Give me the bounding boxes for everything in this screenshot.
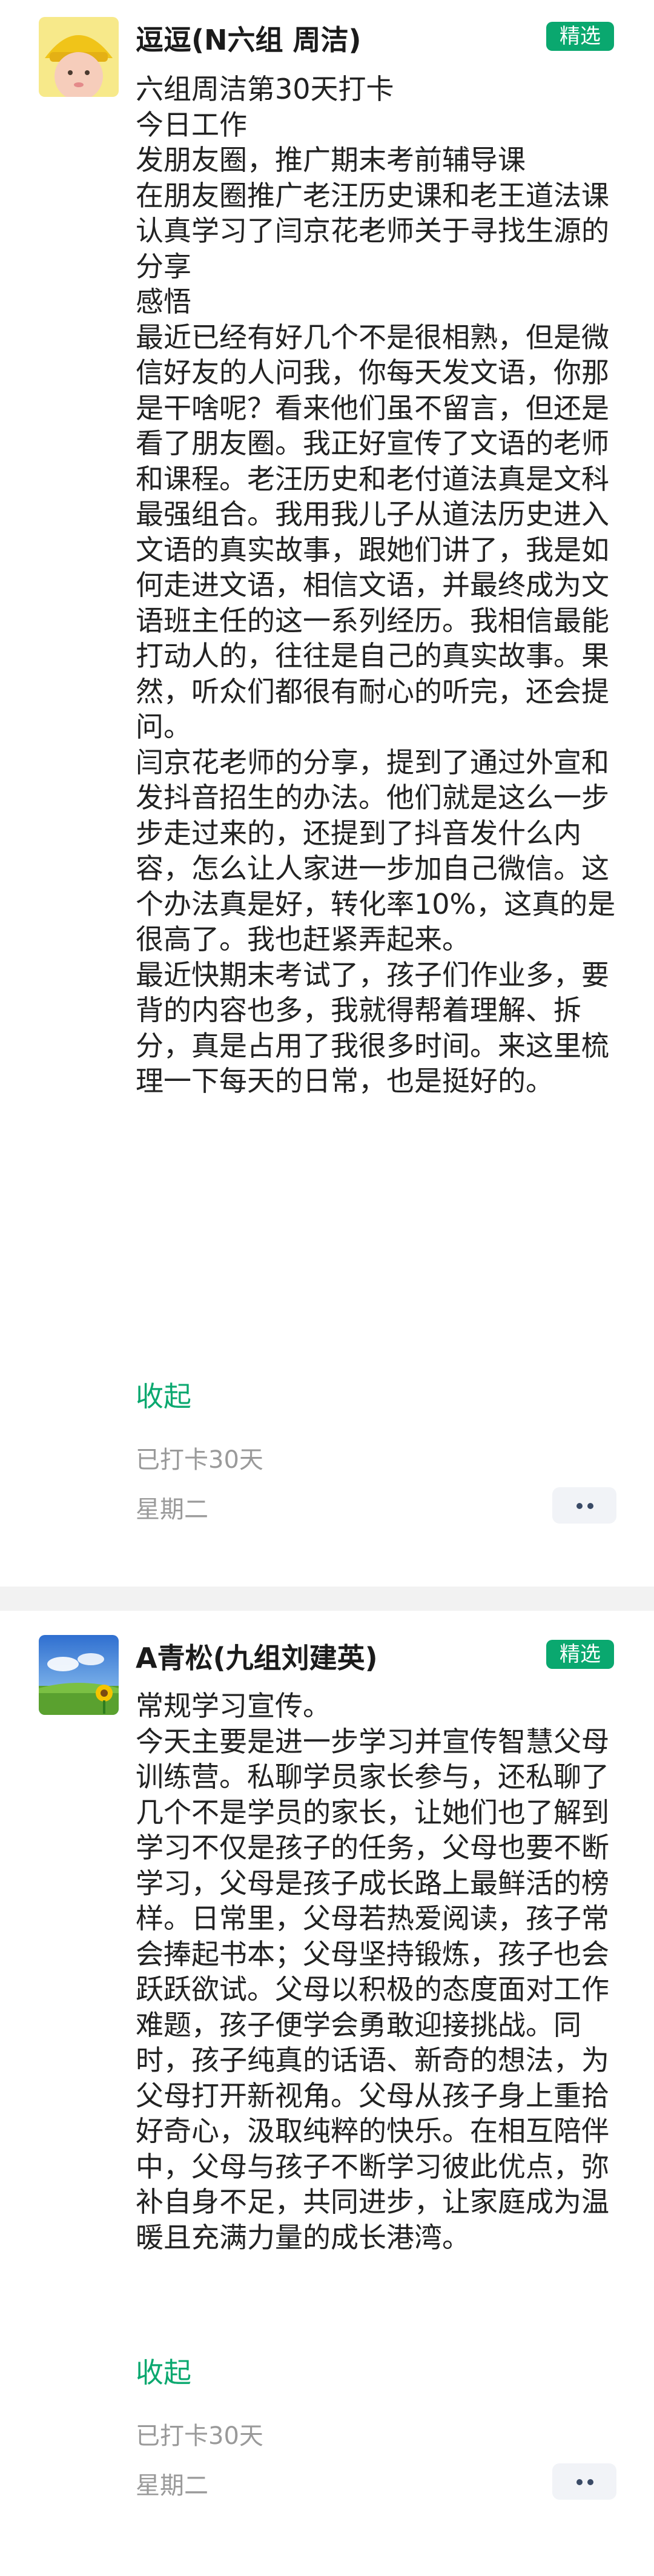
post-paragraph: 感悟 — [136, 285, 191, 318]
collapse-link[interactable]: 收起 — [136, 2351, 191, 2391]
post-card: A青松(九组刘建英) 精选 常规学习宣传。 今天主要是进一步学习并宣传智慧父母训… — [0, 1611, 654, 2576]
more-dots-icon — [587, 1503, 593, 1509]
post-date: 星期二 — [136, 2472, 208, 2500]
post-paragraph: 六组周洁第30天打卡 — [136, 73, 394, 105]
post-paragraph: 认真学习了闫京花老师关于寻找生源的分享 — [136, 214, 609, 283]
featured-badge: 精选 — [546, 1640, 614, 1669]
more-options-button[interactable] — [552, 1487, 616, 1524]
post-content: 常规学习宣传。 今天主要是进一步学习并宣传智慧父母训练营。私聊学员家长参与，还私… — [136, 1688, 620, 2255]
checkin-count: 已打卡30天 — [136, 1446, 263, 1474]
more-dots-icon — [587, 2479, 593, 2485]
post-paragraph: 今日工作 — [136, 108, 247, 141]
author-name[interactable]: 逗逗(N六组 周洁) — [136, 18, 362, 58]
post-paragraph: 最近快期末考试了，孩子们作业多，要背的内容也多，我就得帮着理解、拆分，真是占用了… — [136, 958, 609, 1098]
post-paragraph: 常规学习宣传。 — [136, 1689, 331, 1722]
more-dots-icon — [576, 2479, 583, 2485]
featured-badge: 精选 — [546, 22, 614, 51]
post-paragraph: 今天主要是进一步学习并宣传智慧父母训练营。私聊学员家长参与，还私聊了几个不是学员… — [136, 1725, 609, 2254]
post-paragraph: 发朋友圈，推广期末考前辅导课 — [136, 144, 526, 176]
post-card: 逗逗(N六组 周洁) 精选 六组周洁第30天打卡 今日工作 发朋友圈，推广期末考… — [0, 0, 654, 1587]
post-content: 六组周洁第30天打卡 今日工作 发朋友圈，推广期末考前辅导课 在朋友圈推广老汪历… — [136, 71, 620, 1099]
sky-meadow-sunflower-avatar-icon — [39, 1635, 119, 1715]
user-avatar[interactable] — [39, 17, 119, 97]
checkin-count: 已打卡30天 — [136, 2422, 263, 2450]
post-date: 星期二 — [136, 1496, 208, 1524]
more-dots-icon — [576, 1503, 583, 1509]
user-avatar[interactable] — [39, 1635, 119, 1715]
more-options-button[interactable] — [552, 2463, 616, 2500]
post-divider — [0, 1587, 654, 1611]
collapse-link[interactable]: 收起 — [136, 1375, 191, 1415]
post-paragraph: 最近已经有好几个不是很相熟，但是微信好友的人问我，你每天发文语，你那是干啥呢？看… — [136, 320, 609, 744]
yellow-hat-child-avatar-icon — [39, 17, 119, 97]
checkin-feed: 逗逗(N六组 周洁) 精选 六组周洁第30天打卡 今日工作 发朋友圈，推广期末考… — [0, 0, 654, 2576]
author-name[interactable]: A青松(九组刘建英) — [136, 1636, 378, 1676]
post-paragraph: 在朋友圈推广老汪历史课和老王道法课 — [136, 179, 609, 212]
post-paragraph: 闫京花老师的分享，提到了通过外宣和发抖音招生的办法。他们就是这么一步步走过来的，… — [136, 745, 616, 956]
